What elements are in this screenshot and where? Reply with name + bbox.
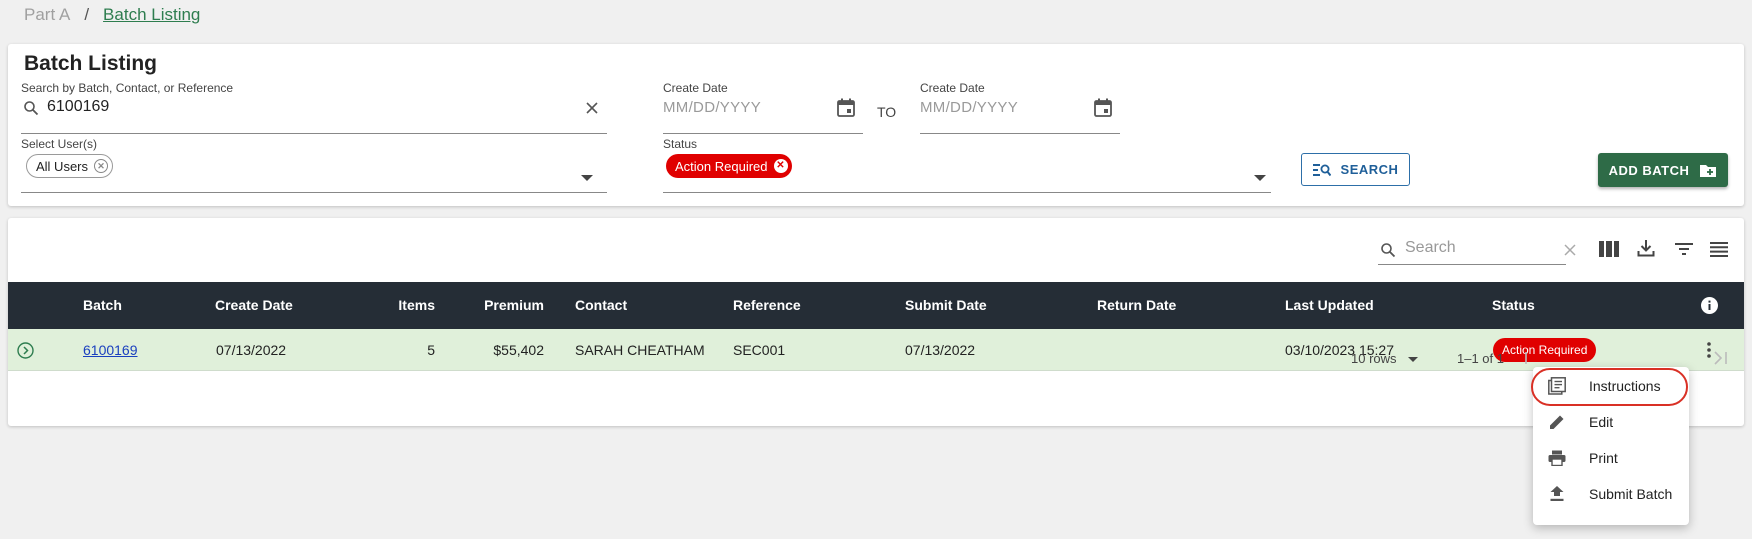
column-header-create-date[interactable]: Create Date <box>215 297 293 313</box>
user-chip-label: All Users <box>36 158 89 174</box>
breadcrumb-separator: / <box>84 5 90 24</box>
expand-row-icon[interactable] <box>16 341 34 359</box>
cell-contact: SARAH CHEATHAM <box>575 342 705 358</box>
column-header-batch[interactable]: Batch <box>83 297 122 313</box>
column-header-submit-date[interactable]: Submit Date <box>905 297 987 313</box>
filter-icon[interactable] <box>1674 240 1694 258</box>
table-search-underline <box>1378 264 1566 265</box>
cell-reference: SEC001 <box>733 342 786 358</box>
chevron-down-icon[interactable] <box>1254 175 1266 181</box>
status-chip-label: Action Required <box>675 158 768 174</box>
download-icon[interactable] <box>1636 238 1656 258</box>
status-select[interactable] <box>663 192 1271 193</box>
search-icon <box>22 99 40 117</box>
page-title: Batch Listing <box>24 52 158 75</box>
user-chip[interactable]: All Users ✕ <box>26 154 114 178</box>
breadcrumb: Part A / Batch Listing <box>24 5 200 25</box>
columns-icon[interactable] <box>1598 239 1620 259</box>
breadcrumb-root[interactable]: Part A <box>24 5 70 25</box>
column-header-return-date[interactable]: Return Date <box>1097 297 1176 313</box>
column-header-reference[interactable]: Reference <box>733 297 801 313</box>
add-batch-button[interactable]: ADD BATCH <box>1598 153 1728 187</box>
batch-link[interactable]: 6100169 <box>83 342 138 358</box>
column-header-last-updated[interactable]: Last Updated <box>1285 297 1374 313</box>
cell-submit-date: 07/13/2022 <box>905 342 976 358</box>
filter-panel: Batch Listing Search by Batch, Contact, … <box>8 44 1744 206</box>
create-date-to-label: Create Date <box>920 81 985 95</box>
column-header-items[interactable]: Items <box>338 297 435 313</box>
menu-item-label: Print <box>1589 450 1618 466</box>
breadcrumb-current[interactable]: Batch Listing <box>103 5 200 25</box>
menu-item-label: Edit <box>1589 414 1614 430</box>
calendar-icon[interactable] <box>836 97 856 117</box>
pagination-range: 1–1 of 1 <box>1457 351 1504 366</box>
create-date-to-underline <box>920 133 1120 134</box>
calendar-icon[interactable] <box>1093 97 1113 117</box>
search-icon <box>1379 241 1397 259</box>
search-label: Search by Batch, Contact, or Reference <box>21 81 234 95</box>
table-search-input[interactable]: Search <box>1405 239 1456 257</box>
search-button-label: SEARCH <box>1340 162 1399 177</box>
menu-item-print[interactable]: Print <box>1533 441 1689 475</box>
status-chip[interactable]: Action Required ✕ <box>666 154 792 178</box>
printer-icon <box>1547 448 1567 468</box>
search-input[interactable]: 6100169 <box>47 98 109 116</box>
add-batch-button-label: ADD BATCH <box>1608 162 1690 178</box>
column-header-contact[interactable]: Contact <box>575 297 627 313</box>
info-icon[interactable] <box>1700 296 1718 314</box>
search-underline <box>21 133 607 134</box>
pencil-icon <box>1547 412 1567 432</box>
table-header: Batch Create Date Items Premium Contact … <box>8 282 1744 329</box>
last-page-icon[interactable] <box>1710 348 1732 368</box>
rows-per-page-select[interactable]: 10 rows <box>1351 351 1397 366</box>
library-books-icon <box>1547 376 1567 396</box>
first-page-icon[interactable] <box>1523 348 1533 368</box>
batch-table-panel: Search Batch Create Date Items Premium C… <box>8 218 1744 426</box>
chevron-down-icon[interactable] <box>1408 357 1418 362</box>
remove-chip-icon[interactable]: ✕ <box>94 159 109 173</box>
search-button[interactable]: SEARCH <box>1301 153 1410 186</box>
menu-item-label: Instructions <box>1589 378 1661 394</box>
menu-item-instructions[interactable]: Instructions <box>1531 368 1689 406</box>
create-date-from-underline <box>663 133 863 134</box>
clear-icon[interactable] <box>1563 243 1577 257</box>
clear-icon[interactable] <box>584 100 600 116</box>
status-badge: Action Required <box>1493 338 1597 362</box>
cell-create-date: 07/13/2022 <box>216 342 287 358</box>
users-label: Select User(s) <box>21 137 98 151</box>
menu-item-label: Submit Batch <box>1589 486 1673 502</box>
menu-item-submit-batch[interactable]: Submit Batch <box>1533 477 1689 511</box>
search-list-icon <box>1312 163 1331 177</box>
cell-premium: $55,402 <box>493 342 544 358</box>
create-date-to-field[interactable]: MM/DD/YYYY <box>920 99 1018 116</box>
menu-item-edit[interactable]: Edit <box>1533 405 1689 439</box>
cell-items: 5 <box>427 342 435 358</box>
upload-icon <box>1547 484 1567 504</box>
status-label: Status <box>663 137 698 151</box>
create-date-from-label: Create Date <box>663 81 728 95</box>
folder-add-icon <box>1699 163 1717 178</box>
column-header-status[interactable]: Status <box>1492 297 1535 313</box>
create-date-from-field[interactable]: MM/DD/YYYY <box>663 99 761 116</box>
remove-chip-icon[interactable]: ✕ <box>773 159 788 173</box>
row-action-menu: Instructions Edit Print Submit Batch <box>1531 367 1689 525</box>
users-select[interactable] <box>21 192 607 193</box>
density-icon[interactable] <box>1709 240 1729 258</box>
column-header-premium[interactable]: Premium <box>448 297 544 313</box>
to-label: TO <box>877 104 897 120</box>
chevron-down-icon[interactable] <box>581 175 593 181</box>
